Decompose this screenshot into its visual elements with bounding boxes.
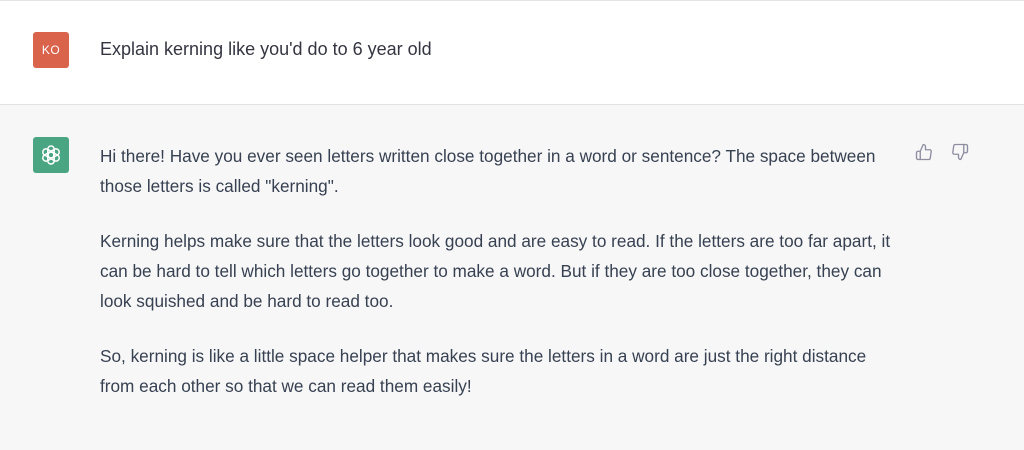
answer-paragraph-1: Hi there! Have you ever seen letters wri… <box>100 146 876 196</box>
thumbs-up-icon <box>915 143 932 161</box>
feedback-actions <box>913 141 971 163</box>
user-message-row: KO Explain kerning like you'd do to 6 ye… <box>0 1 1024 105</box>
assistant-message-text: Hi there! Have you ever seen letters wri… <box>100 141 900 426</box>
thumbs-up-button[interactable] <box>913 141 935 163</box>
answer-paragraph-3: So, kerning is like a little space helpe… <box>100 346 867 396</box>
answer-paragraph-2: Kerning helps make sure that the letters… <box>100 231 891 311</box>
thumbs-down-button[interactable] <box>949 141 971 163</box>
openai-logo-icon <box>42 145 60 165</box>
user-message-text: Explain kerning like you'd do to 6 year … <box>100 39 432 59</box>
assistant-message-row: Hi there! Have you ever seen letters wri… <box>0 105 1024 450</box>
user-avatar: KO <box>33 32 69 68</box>
assistant-avatar <box>33 137 69 173</box>
thumbs-down-icon <box>952 143 969 161</box>
